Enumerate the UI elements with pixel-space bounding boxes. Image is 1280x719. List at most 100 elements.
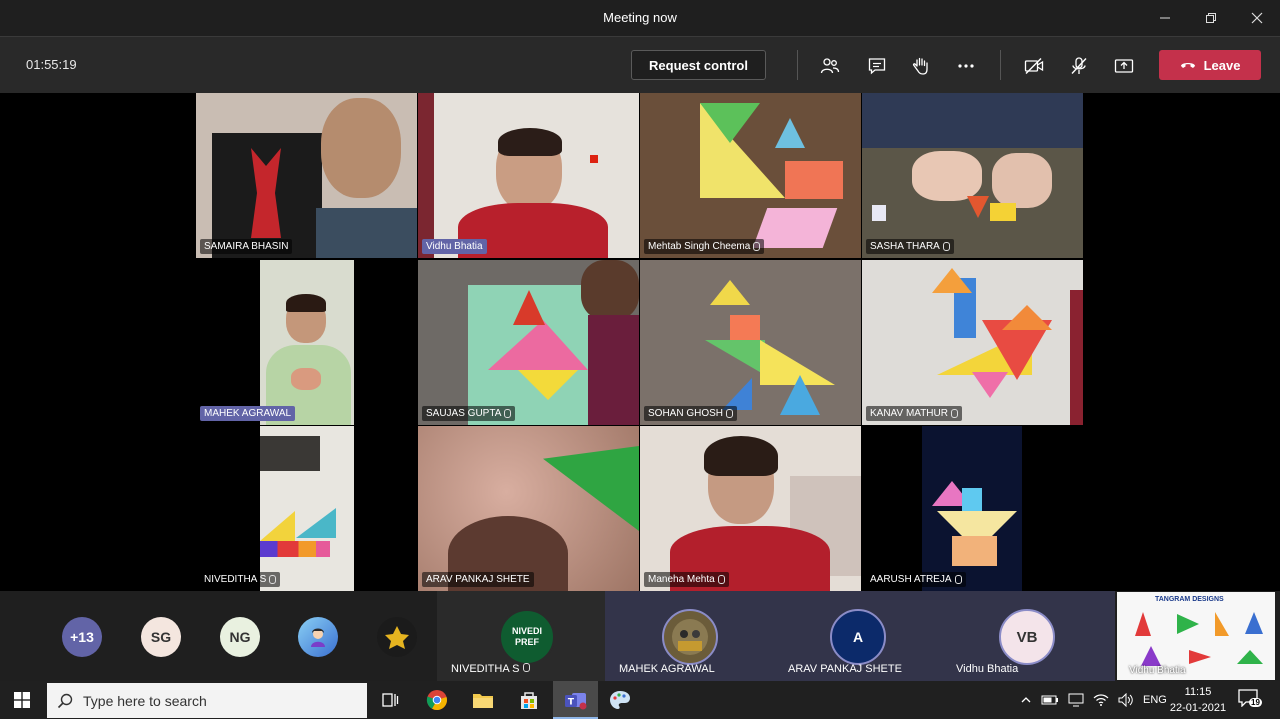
participant-name-tag: SAMAIRA BHASIN	[200, 239, 293, 254]
close-button[interactable]	[1234, 0, 1280, 36]
participant-name-tag: SAUJAS GUPTA	[422, 406, 516, 421]
participants-button[interactable]	[817, 53, 843, 79]
avatar: A	[830, 609, 886, 665]
request-control-button[interactable]: Request control	[631, 50, 766, 80]
participant-name: KANAV MATHUR	[870, 408, 948, 419]
toolbar-divider	[797, 50, 798, 80]
battery-icon[interactable]	[1041, 694, 1059, 706]
strip-participant[interactable]: MAHEK AGRAWAL	[605, 591, 775, 681]
chat-icon	[868, 58, 886, 75]
video-tile[interactable]: SAMAIRA BHASIN	[196, 93, 417, 258]
paint-app-button[interactable]	[608, 688, 632, 712]
taskbar-search[interactable]: Type here to search	[47, 683, 367, 718]
avatar[interactable]: NG	[220, 617, 260, 657]
mic-toggle-button[interactable]	[1066, 53, 1092, 79]
more-actions-button[interactable]	[953, 53, 979, 79]
video-tile[interactable]: MAHEK AGRAWAL	[196, 260, 417, 425]
clock-date: 22-01-2021	[1169, 702, 1227, 714]
windows-logo-icon	[14, 692, 30, 708]
participant-name-tag: Maneha Mehta	[644, 572, 729, 587]
notification-count: 19	[1249, 698, 1262, 707]
participant-name-tag: SASHA THARA	[866, 239, 954, 254]
participant-name: SAUJAS GUPTA	[426, 408, 502, 419]
participant-name: Maneha Mehta	[648, 574, 715, 585]
video-tile[interactable]: Maneha Mehta	[640, 426, 861, 591]
teams-app-button[interactable]: T	[553, 681, 598, 719]
speaker-icon[interactable]	[1118, 693, 1134, 707]
file-explorer-button[interactable]	[471, 688, 495, 712]
display-icon[interactable]	[1068, 693, 1084, 707]
mic-icon	[717, 575, 725, 584]
mic-icon	[753, 242, 761, 251]
avatar[interactable]	[298, 617, 338, 657]
store-bag-icon	[521, 692, 537, 709]
task-view-icon	[382, 693, 399, 707]
meeting-timer: 01:55:19	[26, 57, 77, 72]
video-tile[interactable]: AARUSH ATREJA	[862, 426, 1083, 591]
video-tile[interactable]: KANAV MATHUR	[862, 260, 1083, 425]
raise-hand-button[interactable]	[908, 53, 934, 79]
participant-name-tag: Mehtab Singh Cheema	[644, 239, 765, 254]
leave-button[interactable]: Leave	[1159, 50, 1261, 80]
minimize-button[interactable]	[1142, 0, 1188, 36]
participant-name-tag: AARUSH ATREJA	[866, 572, 966, 587]
strip-participant-name: Vidhu Bhatia	[956, 663, 1019, 675]
video-tile[interactable]: SOHAN GHOSH	[640, 260, 861, 425]
wifi-icon[interactable]	[1093, 693, 1109, 707]
folder-icon	[473, 694, 493, 708]
participant-name: ARAV PANKAJ SHETE	[426, 574, 530, 585]
group-photo-icon	[672, 619, 708, 655]
system-tray: ENG	[1020, 681, 1167, 719]
chrome-app-button[interactable]	[425, 688, 449, 712]
store-app-button[interactable]	[517, 688, 541, 712]
participant-name: SOHAN GHOSH	[648, 408, 724, 419]
video-tile[interactable]: SASHA THARA	[862, 93, 1083, 258]
svg-text:T: T	[568, 698, 575, 708]
window-title: Meeting now	[603, 10, 677, 25]
mic-icon	[942, 242, 950, 251]
search-icon	[57, 693, 73, 708]
more-participants-badge[interactable]: +13	[62, 617, 102, 657]
chrome-icon	[426, 690, 447, 711]
paint-palette-icon	[610, 691, 630, 709]
task-view-button[interactable]	[378, 688, 402, 712]
participant-name-tag: MAHEK AGRAWAL	[200, 406, 296, 421]
strip-participant[interactable]: VB Vidhu Bhatia	[945, 591, 1115, 681]
video-tile[interactable]: SAUJAS GUPTA	[418, 260, 639, 425]
participant-name: SASHA THARA	[870, 241, 940, 252]
participant-name-tag: KANAV MATHUR	[866, 406, 962, 421]
meeting-toolbar: 01:55:19 Request control Leave	[0, 36, 1280, 93]
avatar	[662, 609, 718, 665]
start-button[interactable]	[10, 688, 34, 712]
notification-center-button[interactable]: 19	[1238, 689, 1264, 711]
chat-button[interactable]	[864, 53, 890, 79]
clock[interactable]: 11:15 22-01-2021	[1168, 684, 1228, 716]
video-tile[interactable]: Mehtab Singh Cheema	[640, 93, 861, 258]
participant-name: SAMAIRA BHASIN	[204, 241, 289, 252]
camera-toggle-button[interactable]	[1021, 53, 1047, 79]
mic-icon	[954, 575, 962, 584]
video-tile[interactable]: ARAV PANKAJ SHETE	[418, 426, 639, 591]
close-icon	[1251, 12, 1263, 24]
shared-content-preview[interactable]: TANGRAM DESIGNS Vidhu Bhatia	[1117, 592, 1275, 680]
strip-participant-name: ARAV PANKAJ SHETE	[788, 663, 902, 675]
strip-participant[interactable]: A ARAV PANKAJ SHETE	[775, 591, 945, 681]
video-tile[interactable]: NIVEDITHA S	[196, 426, 417, 591]
maximize-button[interactable]	[1188, 0, 1234, 36]
toolbar-divider	[1000, 50, 1001, 80]
title-bar: Meeting now	[0, 0, 1280, 36]
input-language[interactable]: ENG	[1143, 694, 1167, 706]
video-tile[interactable]: Vidhu Bhatia	[418, 93, 639, 258]
participant-name: MAHEK AGRAWAL	[204, 408, 292, 419]
share-screen-button[interactable]	[1111, 53, 1137, 79]
cartoon-avatar-icon	[311, 628, 325, 647]
participant-strip: +13 SG NG NIVEDI PREF NIVEDITHA S MAHEK …	[0, 591, 1280, 681]
strip-participant-name: MAHEK AGRAWAL	[619, 663, 715, 675]
avatar[interactable]	[377, 617, 417, 657]
window-controls	[1142, 0, 1280, 36]
chevron-up-icon[interactable]	[1020, 694, 1032, 706]
avatar[interactable]: SG	[141, 617, 181, 657]
phone-hangup-icon	[1180, 63, 1195, 68]
strip-participant[interactable]: NIVEDI PREF NIVEDITHA S	[437, 591, 605, 681]
participant-name: AARUSH ATREJA	[870, 574, 952, 585]
